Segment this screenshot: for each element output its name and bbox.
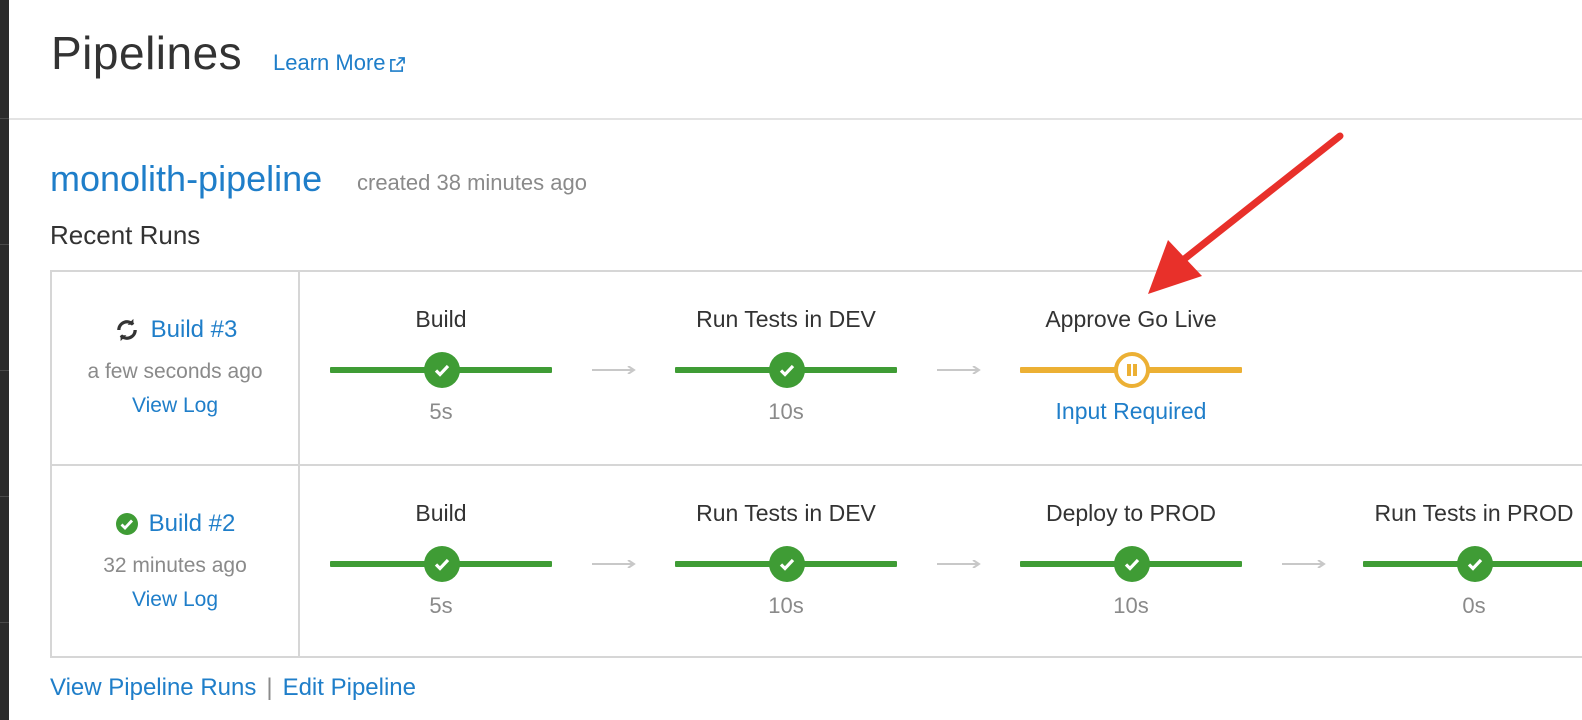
pipeline-created-time: created 38 minutes ago [357,170,587,195]
recent-runs-heading: Recent Runs [50,220,201,250]
link-separator: | [266,674,273,701]
run-row: Build #3 a few seconds ago View Log Buil… [52,272,1582,464]
sync-icon [116,318,137,342]
stage-duration: 5s [429,399,453,424]
page-title: Pipelines [51,27,243,79]
pause-icon [1114,352,1150,388]
check-circle-icon [115,513,138,535]
build-link[interactable]: Build #3 [52,316,298,344]
build-number: Build #3 [150,316,238,343]
stage[interactable]: Build 5s [330,466,552,658]
learn-more-label: Learn More [273,50,386,75]
left-window-edge [0,0,9,720]
arrow-right-icon [937,366,981,374]
edge-divider [0,496,9,497]
edge-divider [0,118,9,119]
check-icon [769,546,805,582]
arrow-right-icon [1282,560,1326,568]
stage[interactable]: Run Tests in DEV 10s [675,272,897,464]
stage-duration: 0s [1462,593,1486,618]
stage-name: Run Tests in DEV [696,306,876,332]
stage-duration: 10s [768,399,804,424]
build-time: 32 minutes ago [103,554,247,577]
edge-divider [0,622,9,623]
edge-divider [0,370,9,371]
run-row: Build #2 32 minutes ago View Log Build 5… [52,466,1582,658]
external-link-icon [389,56,405,72]
run-info: Build #3 a few seconds ago View Log [52,272,298,464]
check-icon [1457,546,1493,582]
arrow-right-icon [937,560,981,568]
view-log-link[interactable]: View Log [52,588,298,612]
stage-name: Build [415,306,467,332]
edit-pipeline-link[interactable]: Edit Pipeline [283,674,416,701]
stage-name: Build [415,500,467,526]
stage-name: Deploy to PROD [1045,500,1216,526]
view-log-link[interactable]: View Log [52,394,298,418]
stage[interactable]: Deploy to PROD 10s [1020,466,1242,658]
recent-runs-table: Build #3 a few seconds ago View Log Buil… [50,270,1582,658]
stage-duration: 5s [429,593,453,618]
view-pipeline-runs-link[interactable]: View Pipeline Runs [50,674,256,701]
stage-name: Run Tests in PROD [1374,500,1574,526]
run-info: Build #2 32 minutes ago View Log [52,466,298,658]
stage[interactable]: Build 5s [330,272,552,464]
pipeline-actions: View Pipeline Runs | Edit Pipeline [50,674,416,702]
stage[interactable]: Run Tests in DEV 10s [675,466,897,658]
check-icon [424,546,460,582]
arrow-right-icon [592,366,636,374]
page-header: Pipelines Learn More [9,0,1582,118]
check-icon [769,352,805,388]
pipeline-name-link[interactable]: monolith-pipeline [50,158,322,200]
stage-name: Run Tests in DEV [696,500,876,526]
stage-duration: 10s [1113,593,1149,618]
build-number: Build #2 [148,510,236,537]
check-icon [424,352,460,388]
input-required-link[interactable]: Input Required [1000,398,1262,425]
stage[interactable]: Run Tests in PROD 0s [1363,466,1582,658]
stage-name: Approve Go Live [1045,306,1217,332]
header-divider [9,118,1582,120]
edge-divider [0,244,9,245]
build-link[interactable]: Build #2 [52,510,298,538]
build-time: a few seconds ago [87,360,263,383]
stage-duration: 10s [768,593,804,618]
learn-more-link[interactable]: Learn More [273,50,405,76]
stage[interactable]: Approve Go Live Input Required [1020,272,1242,464]
check-icon [1114,546,1150,582]
arrow-right-icon [592,560,636,568]
